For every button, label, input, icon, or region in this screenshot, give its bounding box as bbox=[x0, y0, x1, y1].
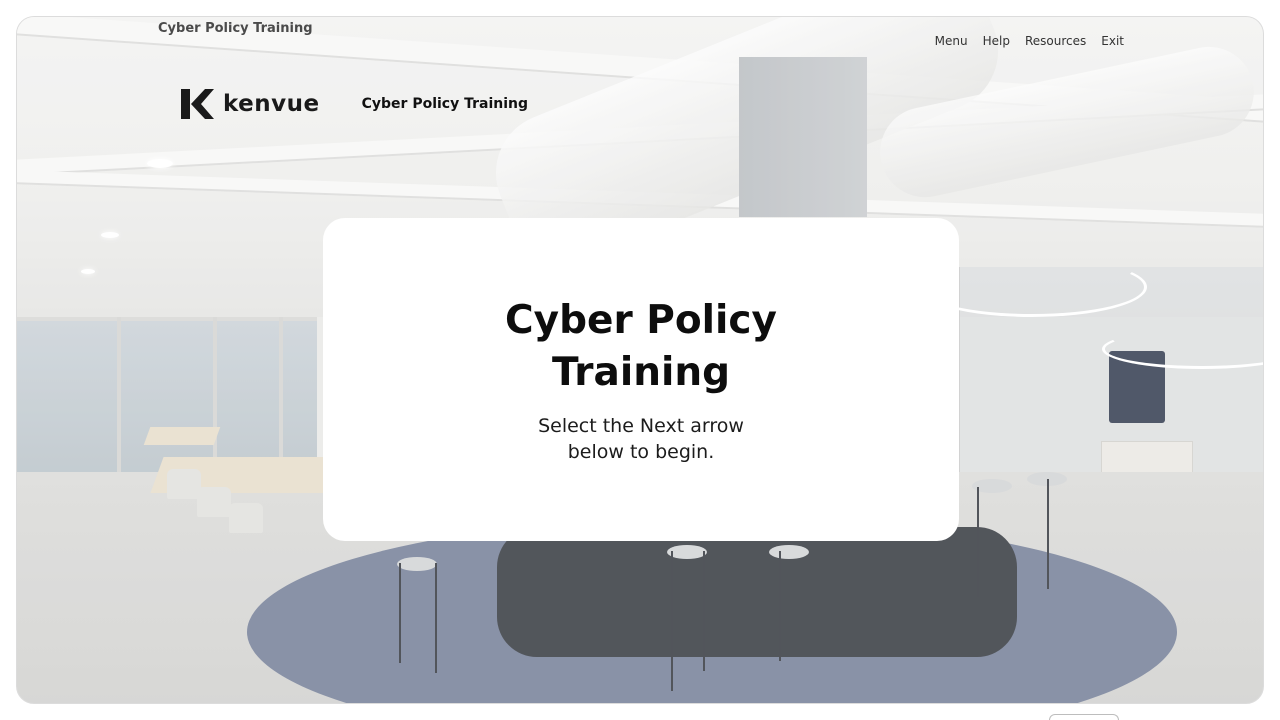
bottom-control-tab[interactable] bbox=[1049, 714, 1119, 720]
course-title-label: Cyber Policy Training bbox=[158, 21, 313, 36]
brand-course-title: Cyber Policy Training bbox=[361, 96, 529, 112]
kenvue-k-logo-icon bbox=[181, 89, 214, 119]
card-title: Cyber Policy Training bbox=[505, 297, 777, 395]
exit-link[interactable]: Exit bbox=[1101, 34, 1124, 48]
resources-link[interactable]: Resources bbox=[1025, 34, 1086, 48]
kenvue-logo: kenvue bbox=[181, 87, 320, 121]
card-instruction: Select the Next arrow below to begin. bbox=[538, 414, 744, 463]
menu-link[interactable]: Menu bbox=[935, 34, 968, 48]
slide-frame: Cyber Policy Training Menu Help Resource… bbox=[16, 16, 1264, 704]
help-link[interactable]: Help bbox=[983, 34, 1010, 48]
intro-card: Cyber Policy Training Select the Next ar… bbox=[323, 218, 959, 541]
brand-header: kenvue Cyber Policy Training bbox=[181, 87, 528, 121]
top-navigation: Menu Help Resources Exit bbox=[935, 34, 1124, 48]
kenvue-wordmark: kenvue bbox=[223, 91, 320, 117]
